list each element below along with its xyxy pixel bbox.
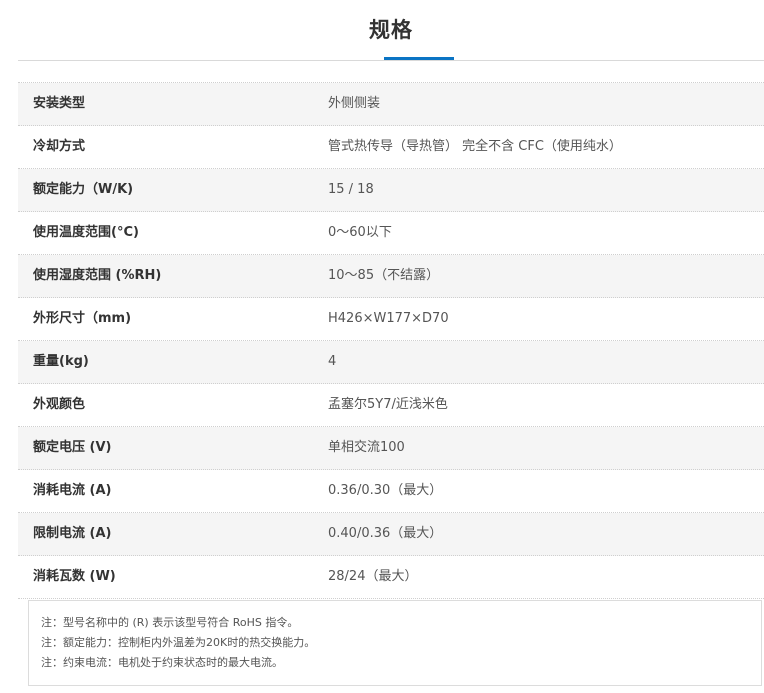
spec-value: 管式热传导（导热管） 完全不含 CFC（使用纯水） xyxy=(328,139,622,154)
spec-row: 消耗瓦数 (W) 28/24（最大） xyxy=(18,556,764,599)
spec-label: 安装类型 xyxy=(33,96,86,111)
spec-label: 外观颜色 xyxy=(33,397,86,412)
spec-value: H426×W177×D70 xyxy=(328,311,449,326)
spec-value: 15 / 18 xyxy=(328,182,374,197)
spec-row: 外形尺寸（mm) H426×W177×D70 xyxy=(18,298,764,341)
spec-row: 使用温度范围(°C) 0～60以下 xyxy=(18,212,764,255)
spec-value: 0.36/0.30（最大） xyxy=(328,483,443,498)
notes-box: 注：型号名称中的 (R) 表示该型号符合 RoHS 指令。 注：额定能力：控制柜… xyxy=(28,600,762,686)
spec-label: 限制电流 (A) xyxy=(33,526,112,541)
spec-value: 0.40/0.36（最大） xyxy=(328,526,443,541)
spec-value: 外侧侧装 xyxy=(328,96,381,111)
spec-row: 额定电压 (V) 单相交流100 xyxy=(18,427,764,470)
note-line: 注：额定能力：控制柜内外温差为20K时的热交换能力。 xyxy=(41,636,316,649)
note-line: 注：约束电流：电机处于约束状态时的最大电流。 xyxy=(41,656,283,669)
note-line: 注：型号名称中的 (R) 表示该型号符合 RoHS 指令。 xyxy=(41,616,299,629)
spec-row: 外观颜色 孟塞尔5Y7/近浅米色 xyxy=(18,384,764,427)
spec-table: 安装类型 外侧侧装 冷却方式 管式热传导（导热管） 完全不含 CFC（使用纯水）… xyxy=(18,82,764,599)
spec-label: 外形尺寸（mm) xyxy=(33,311,132,326)
spec-row: 安装类型 外侧侧装 xyxy=(18,83,764,126)
spec-value: 单相交流100 xyxy=(328,440,405,455)
spec-row: 限制电流 (A) 0.40/0.36（最大） xyxy=(18,513,764,556)
spec-value: 28/24（最大） xyxy=(328,569,418,584)
spec-row: 使用湿度范围 (%RH) 10～85（不结露） xyxy=(18,255,764,298)
spec-row: 冷却方式 管式热传导（导热管） 完全不含 CFC（使用纯水） xyxy=(18,126,764,169)
spec-label: 额定电压 (V) xyxy=(33,440,112,455)
title-underline xyxy=(384,57,454,60)
spec-value: 10～85（不结露） xyxy=(328,268,440,283)
spec-value: 孟塞尔5Y7/近浅米色 xyxy=(328,397,448,412)
spec-row: 消耗电流 (A) 0.36/0.30（最大） xyxy=(18,470,764,513)
spec-row: 额定能力（W/K) 15 / 18 xyxy=(18,169,764,212)
spec-label: 消耗电流 (A) xyxy=(33,483,112,498)
spec-label: 额定能力（W/K) xyxy=(33,182,134,197)
spec-label: 冷却方式 xyxy=(33,139,86,154)
spec-label: 消耗瓦数 (W) xyxy=(33,569,116,584)
spec-label: 使用温度范围(°C) xyxy=(33,225,139,240)
page-title: 规格 xyxy=(369,18,413,42)
spec-row: 重量(kg) 4 xyxy=(18,341,764,384)
spec-page: 规格 安装类型 外侧侧装 冷却方式 管式热传导（导热管） 完全不含 CFC（使用… xyxy=(0,0,764,693)
spec-value: 4 xyxy=(328,354,337,369)
spec-label: 使用湿度范围 (%RH) xyxy=(33,268,162,283)
title-section: 规格 xyxy=(18,0,764,61)
spec-label: 重量(kg) xyxy=(33,354,89,369)
spec-value: 0～60以下 xyxy=(328,225,392,240)
